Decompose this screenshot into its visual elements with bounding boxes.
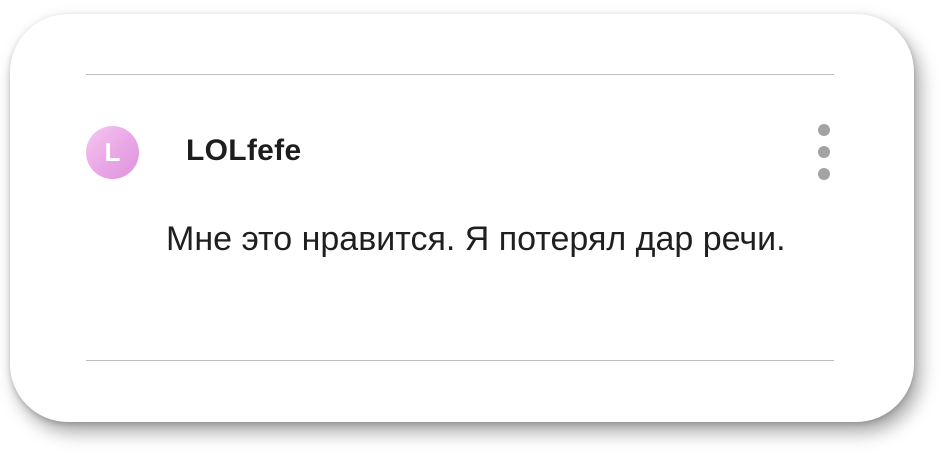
vertical-ellipsis-icon — [818, 124, 830, 136]
top-divider — [86, 74, 834, 75]
screenshot-canvas: L LOLfefe Мне это нравится. Я потерял да… — [0, 0, 944, 456]
comment-author[interactable]: LOLfefe — [186, 132, 301, 170]
comment-card: L LOLfefe Мне это нравится. Я потерял да… — [10, 14, 914, 422]
more-options-button[interactable] — [810, 122, 838, 182]
avatar-letter: L — [104, 137, 121, 167]
vertical-ellipsis-icon — [818, 146, 830, 158]
avatar[interactable]: L — [86, 126, 139, 179]
comment-text: Мне это нравится. Я потерял дар речи. — [166, 220, 786, 258]
bottom-divider — [86, 360, 834, 361]
vertical-ellipsis-icon — [818, 168, 830, 180]
